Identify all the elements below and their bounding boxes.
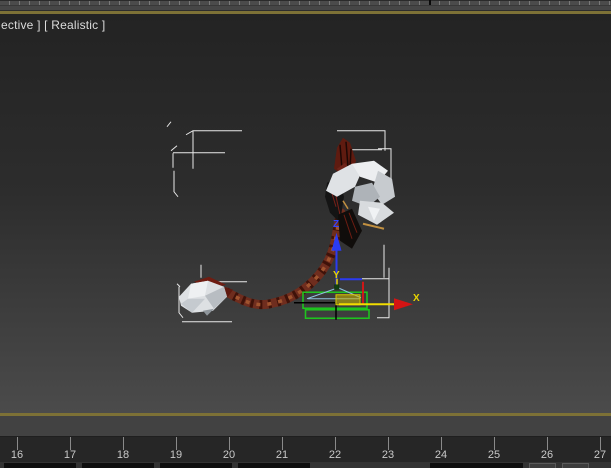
status-field-top[interactable] (160, 463, 232, 468)
track-bar[interactable]: 16 17 18 19 20 21 22 23 24 25 26 27 (0, 436, 611, 463)
perspective-viewport[interactable]: ective ] [ Realistic ] Z Y X (0, 13, 611, 413)
status-button-top[interactable] (562, 463, 589, 468)
y-axis-label: Y (333, 269, 340, 280)
frame-number: 22 (328, 449, 342, 461)
frame-number: 20 (222, 449, 236, 461)
axe-handle[interactable] (221, 207, 346, 309)
frame-number: 27 (593, 449, 607, 461)
z-axis-label: Z (333, 218, 339, 229)
wireframe-lines (294, 301, 337, 320)
frame-number: 21 (275, 449, 289, 461)
status-field-top[interactable] (4, 463, 76, 468)
gizmo-center[interactable] (334, 284, 340, 289)
viewport-scene: Z Y X (166, 120, 420, 322)
status-field-top[interactable] (82, 463, 154, 468)
frame-number: 24 (434, 449, 448, 461)
status-field-top[interactable] (430, 463, 523, 468)
y-axis-handle[interactable]: Y (333, 269, 340, 285)
axe-pommel-crystal[interactable] (179, 276, 233, 316)
frame-number: 25 (487, 449, 501, 461)
status-field-top[interactable] (238, 463, 310, 468)
frame-number: 26 (540, 449, 554, 461)
max-window: ective ] [ Realistic ] Z Y X 16 17 18 19… (0, 0, 611, 468)
frame-number: 17 (63, 449, 77, 461)
status-strip (0, 462, 611, 468)
frame-number: 23 (381, 449, 395, 461)
time-slider-strip[interactable] (0, 416, 611, 436)
frame-number: 16 (10, 449, 24, 461)
x-axis-label: X (413, 292, 420, 303)
frame-number: 18 (116, 449, 130, 461)
frame-number: 19 (169, 449, 183, 461)
status-button-top[interactable] (529, 463, 556, 468)
